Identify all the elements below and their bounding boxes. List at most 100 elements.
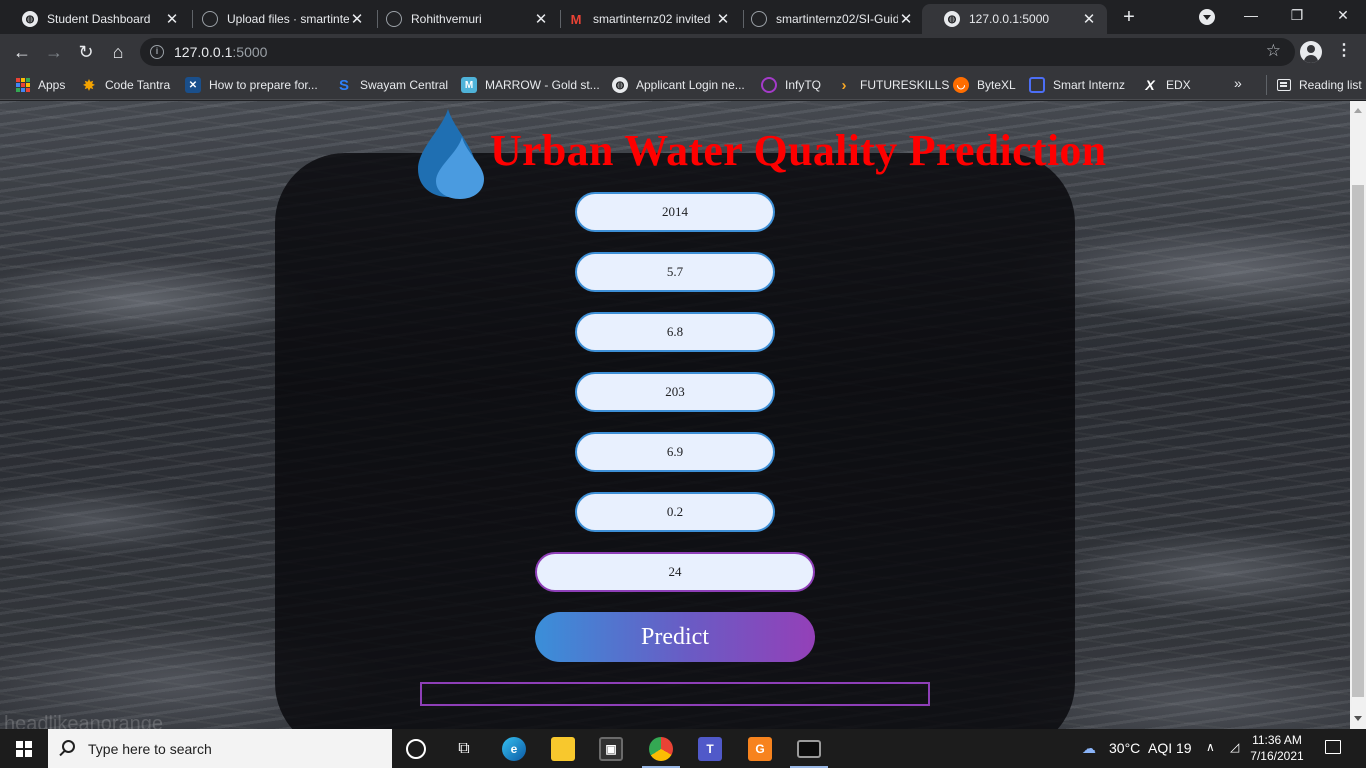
weather-temp[interactable]: 30°C [1109, 740, 1140, 756]
bookmark-how-to-prepare[interactable]: ✕ How to prepare for... [185, 75, 318, 95]
task-view-icon[interactable]: ⧉ [452, 737, 476, 761]
search-icon [62, 740, 75, 753]
cortana-icon[interactable] [406, 739, 426, 759]
param-input-2[interactable] [575, 252, 775, 292]
close-icon[interactable]: ✕ [898, 10, 914, 28]
new-tab-button[interactable]: + [1120, 6, 1138, 28]
bookmarks-bar: Apps ✸ Code Tantra ✕ How to prepare for.… [0, 70, 1366, 100]
scroll-thumb[interactable] [1352, 185, 1364, 697]
page-title: Urban Water Quality Prediction [490, 126, 1107, 175]
globe-icon: ◍ [944, 11, 960, 27]
minimize-button[interactable]: — [1228, 0, 1274, 32]
gmail-icon: M [570, 11, 582, 27]
bookmark-apps[interactable]: Apps [16, 75, 65, 95]
codetantra-icon: ✸ [83, 76, 95, 93]
background-watermark: headlikeanorange [4, 713, 164, 729]
bookmark-marrow[interactable]: M MARROW - Gold st... [461, 75, 600, 95]
tab-strip: ◍ Student Dashboard ✕ Upload files · sma… [0, 0, 1366, 34]
clock-time: 11:36 AM [1252, 733, 1302, 747]
tab-title: smartinternz02/SI-Guided [776, 12, 898, 26]
tab-upload-files[interactable]: Upload files · smartinternz02 ✕ [180, 4, 375, 34]
pdf-reader-icon[interactable]: G [748, 737, 772, 761]
bookmark-label: MARROW - Gold st... [485, 78, 600, 92]
store-icon[interactable]: ▣ [599, 737, 623, 761]
tab-student-dashboard[interactable]: ◍ Student Dashboard ✕ [0, 4, 190, 34]
bookmark-star-icon[interactable]: ☆ [1266, 41, 1281, 61]
bookmark-label: ByteXL [977, 78, 1016, 92]
edx-icon: X [1145, 77, 1155, 93]
tab-rohithvemuri[interactable]: Rohithvemuri ✕ [364, 4, 559, 34]
scroll-down-icon[interactable] [1354, 716, 1362, 725]
bookmark-label: Smart Internz [1053, 78, 1126, 92]
chevron-right-icon: › [841, 76, 847, 94]
wifi-icon[interactable]: ◿ [1230, 740, 1239, 754]
close-icon[interactable]: ✕ [1081, 10, 1097, 28]
site-info-icon[interactable]: i [150, 45, 164, 59]
tab-gmail-invited[interactable]: M smartinternz02 invited ✕ [546, 4, 741, 34]
profile-avatar-icon[interactable] [1300, 41, 1322, 63]
bookmark-smart-internz[interactable]: Smart Internz [1029, 75, 1125, 95]
address-bar[interactable]: i 127.0.0.1:5000 ☆ [140, 38, 1295, 66]
param-input-5[interactable] [575, 432, 775, 472]
bookmark-futureskills[interactable]: › FUTURESKILLS [836, 75, 950, 95]
taskbar-clock[interactable]: 11:36 AM 7/16/2021 [1248, 732, 1306, 764]
chrome-icon[interactable] [649, 737, 673, 761]
teams-icon[interactable]: T [698, 737, 722, 761]
weather-aqi[interactable]: AQI 19 [1148, 740, 1192, 756]
edge-icon[interactable]: e [502, 737, 526, 761]
bookmark-label: InfyTQ [785, 78, 822, 92]
tab-localhost[interactable]: ◍ 127.0.0.1:5000 ✕ [922, 4, 1107, 34]
show-hidden-icons-chevron-icon[interactable]: ∧ [1206, 740, 1215, 754]
tab-title: 127.0.0.1:5000 [969, 12, 1050, 26]
param-input-7[interactable] [535, 552, 815, 592]
scroll-up-icon[interactable] [1354, 104, 1362, 113]
forward-icon[interactable]: → [42, 40, 66, 64]
swayam-icon: S [338, 76, 349, 94]
menu-icon[interactable]: ⋮ [1336, 40, 1352, 62]
restore-button[interactable]: ❐ [1274, 0, 1320, 32]
back-icon[interactable]: ← [10, 40, 34, 64]
bookmark-swayam[interactable]: S Swayam Central [336, 75, 448, 95]
github-icon [202, 11, 218, 27]
year-input[interactable] [575, 192, 775, 232]
notifications-icon[interactable] [1325, 740, 1341, 754]
marrow-icon: M [461, 77, 477, 93]
window-close-button[interactable]: ✕ [1320, 0, 1366, 32]
smartinternz-icon [1029, 77, 1045, 93]
bookmark-label: How to prepare for... [209, 78, 318, 92]
windows-taskbar: Type here to search ⧉ e ▣ T G ☁ 30°C AQI… [0, 729, 1366, 768]
bookmark-code-tantra[interactable]: ✸ Code Tantra [81, 75, 170, 95]
windows-start-icon[interactable] [16, 741, 32, 757]
tab-title: Student Dashboard [47, 12, 151, 26]
predict-button[interactable]: Predict [535, 612, 815, 662]
tab-search-icon[interactable] [1199, 9, 1215, 25]
bookmark-label: Applicant Login ne... [636, 78, 745, 92]
close-icon[interactable]: ✕ [164, 10, 180, 28]
file-explorer-icon[interactable] [551, 737, 575, 761]
bookmark-bytexl[interactable]: ◡ ByteXL [953, 75, 1016, 95]
param-input-4[interactable] [575, 372, 775, 412]
infytq-icon [761, 77, 777, 93]
close-icon[interactable]: ✕ [349, 10, 365, 28]
url-text[interactable]: 127.0.0.1:5000 [174, 44, 267, 60]
bookmark-applicant-login[interactable]: ◍ Applicant Login ne... [612, 75, 745, 95]
taskbar-search-box[interactable]: Type here to search [48, 729, 392, 768]
reading-list-button[interactable]: Reading list [1266, 75, 1362, 95]
param-input-3[interactable] [575, 312, 775, 352]
bookmark-edx[interactable]: X EDX [1142, 75, 1190, 95]
tab-si-guided[interactable]: smartinternz02/SI-Guided ✕ [729, 4, 924, 34]
bookmark-infytq[interactable]: InfyTQ [761, 75, 821, 95]
terminal-icon[interactable] [797, 740, 821, 758]
globe-icon: ◍ [612, 77, 628, 93]
tab-title: smartinternz02 invited [593, 12, 711, 26]
globe-icon: ◍ [22, 11, 38, 27]
home-icon[interactable]: ⌂ [106, 40, 130, 64]
bookmarks-overflow-icon[interactable]: » [1234, 75, 1242, 91]
prediction-result-box [420, 682, 930, 706]
browser-toolbar: ← → ↻ ⌂ i 127.0.0.1:5000 ☆ ⋮ [0, 34, 1366, 70]
water-drop-logo-icon [418, 109, 484, 199]
param-input-6[interactable] [575, 492, 775, 532]
reload-icon[interactable]: ↻ [74, 40, 98, 64]
weather-icon: ☁ [1082, 740, 1096, 756]
tab-title: Rohithvemuri [411, 12, 482, 26]
